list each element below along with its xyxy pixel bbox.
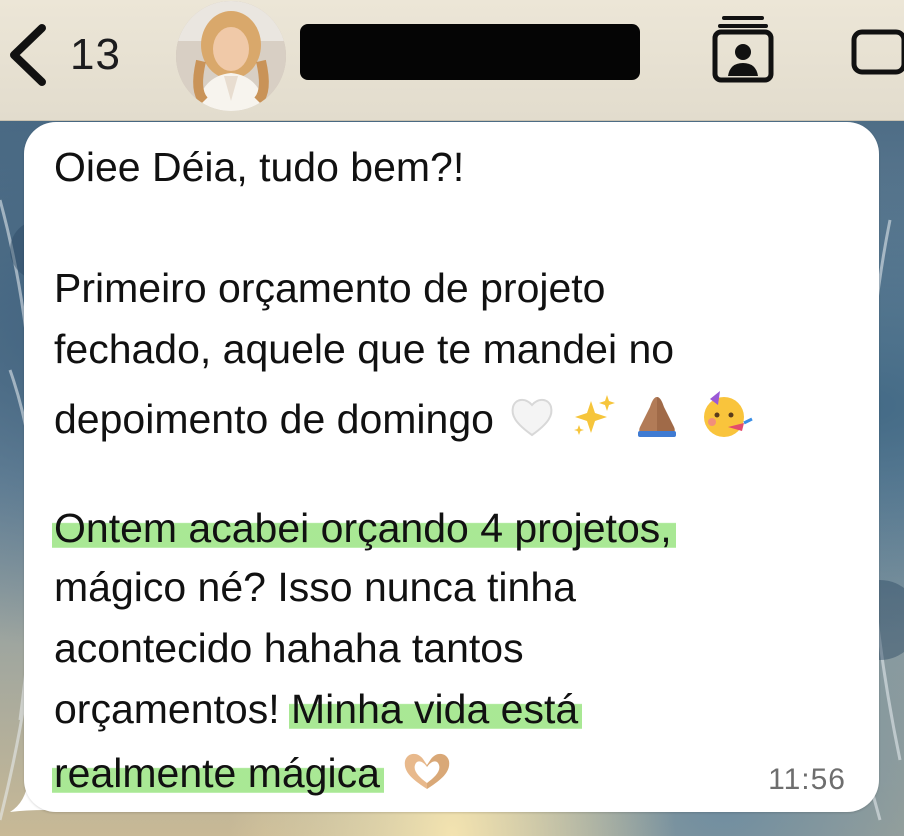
chevron-left-icon	[10, 24, 46, 86]
white-heart-icon	[509, 395, 555, 446]
message-line-highlighted: Ontem acabei orçando 4 projetos,	[52, 505, 874, 551]
partying-face-icon	[698, 389, 754, 446]
redacted-contact-name[interactable]	[300, 24, 640, 80]
message-line: Primeiro orçamento de projeto	[54, 265, 606, 311]
message-timestamp: 11:56	[768, 763, 846, 796]
message-line: acontecido hahaha tantos	[54, 625, 524, 671]
chat-header: 13	[0, 0, 904, 121]
back-button[interactable]	[4, 22, 56, 88]
message-line-text: depoimento de domingo	[54, 396, 494, 442]
video-camera-icon	[851, 29, 904, 75]
video-call-button[interactable]	[850, 28, 904, 76]
message-greeting: Oiee Déia, tudo bem?!	[54, 144, 465, 190]
highlighted-text: realmente mágica	[52, 750, 384, 796]
sparkles-icon	[571, 393, 617, 446]
highlighted-text: Ontem acabei orçando 4 projetos,	[52, 505, 676, 551]
message-line: depoimento de domingo	[54, 389, 874, 446]
message-line: fechado, aquele que te mandei no	[54, 326, 675, 372]
avatar-photo	[176, 1, 286, 111]
contact-info-button[interactable]	[712, 14, 774, 84]
message-line: orçamentos! Minha vida está	[54, 686, 874, 732]
heart-hands-icon	[399, 749, 455, 800]
message-line-text: orçamentos!	[54, 686, 291, 732]
message-line-highlighted: realmente mágica	[52, 749, 874, 800]
highlighted-text: Minha vida está	[289, 686, 583, 732]
avatar[interactable]	[176, 1, 286, 111]
folded-hands-icon	[632, 393, 682, 446]
contact-card-icon	[712, 16, 774, 83]
unread-count[interactable]: 13	[70, 30, 121, 80]
message-line: mágico né? Isso nunca tinha	[54, 564, 576, 610]
